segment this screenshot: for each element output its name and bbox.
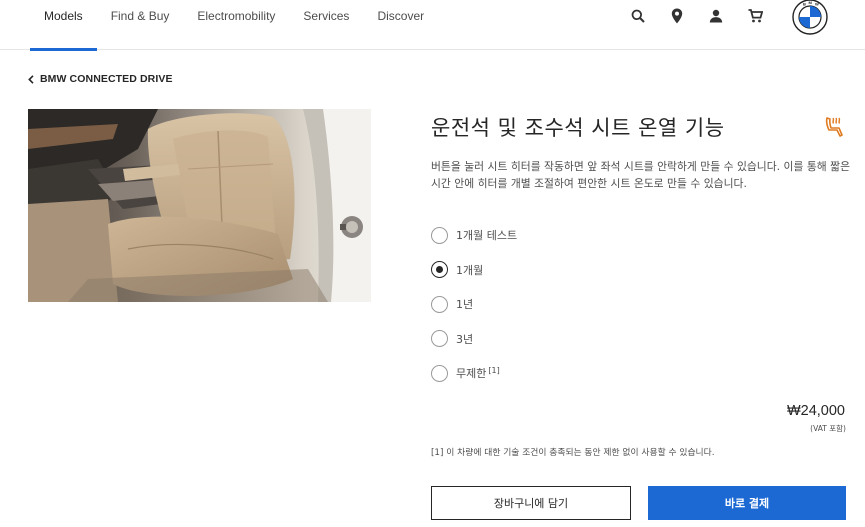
option-label: 무제한 [1] — [456, 365, 500, 381]
add-to-cart-button[interactable]: 장바구니에 담기 — [431, 486, 631, 520]
product-image — [28, 109, 371, 302]
location-pin-icon[interactable] — [667, 6, 687, 26]
radio-button[interactable] — [431, 295, 448, 313]
heated-seat-icon — [822, 115, 846, 139]
header-icons — [628, 6, 784, 26]
radio-button[interactable] — [431, 330, 448, 347]
radio-button[interactable] — [431, 364, 448, 382]
option-1-month[interactable]: 1개월 — [431, 261, 517, 279]
option-1-year[interactable]: 1년 — [431, 295, 517, 313]
subscription-options: 1개월 테스트 1개월 1년 3년 무제한 [1] — [431, 226, 517, 399]
logo-letter-b: B — [803, 2, 806, 7]
price: ₩24,000 — [786, 403, 845, 419]
nav-item-services[interactable]: Services — [289, 0, 363, 50]
search-icon[interactable] — [628, 6, 648, 26]
nav-item-discover[interactable]: Discover — [363, 0, 438, 50]
option-label: 1년 — [456, 298, 474, 311]
product-description: 버튼을 눌러 시트 히터를 작동하면 앞 좌석 시트를 안락하게 만들 수 있습… — [431, 160, 851, 190]
option-label-text: 무제한 — [456, 367, 487, 380]
main-nav: Models Find & Buy Electromobility Servic… — [30, 0, 438, 51]
option-unlimited[interactable]: 무제한 [1] — [431, 364, 517, 382]
top-navigation: Models Find & Buy Electromobility Servic… — [0, 0, 865, 51]
footnote: [1] 이 차량에 대한 기술 조건이 충족되는 동안 제한 없이 사용할 수 … — [431, 448, 715, 458]
option-1-month-trial[interactable]: 1개월 테스트 — [431, 226, 517, 244]
price-vat-note: (VAT 포함) — [810, 424, 846, 433]
nav-item-models[interactable]: Models — [30, 0, 97, 51]
option-label: 1개월 테스트 — [456, 229, 518, 242]
option-label: 1개월 — [456, 263, 484, 277]
buy-now-button[interactable]: 바로 결제 — [648, 486, 846, 520]
chevron-left-icon — [28, 74, 34, 84]
radio-button[interactable] — [431, 226, 448, 244]
bmw-logo[interactable]: B M W — [792, 0, 828, 35]
cart-icon[interactable] — [745, 6, 765, 26]
user-icon[interactable] — [706, 6, 726, 26]
nav-item-find-buy[interactable]: Find & Buy — [97, 0, 184, 50]
option-label: 3년 — [456, 332, 474, 346]
logo-letter-w: W — [815, 2, 819, 7]
footnote-marker: [1] — [488, 366, 500, 375]
option-3-years[interactable]: 3년 — [431, 330, 517, 348]
nav-item-electromobility[interactable]: Electromobility — [183, 0, 289, 50]
radio-button-selected[interactable] — [431, 261, 448, 278]
back-link[interactable]: BMW CONNECTED DRIVE — [28, 73, 173, 85]
page-title: 운전석 및 조수석 시트 온열 기능 — [431, 116, 725, 140]
back-link-label: BMW CONNECTED DRIVE — [40, 73, 173, 85]
